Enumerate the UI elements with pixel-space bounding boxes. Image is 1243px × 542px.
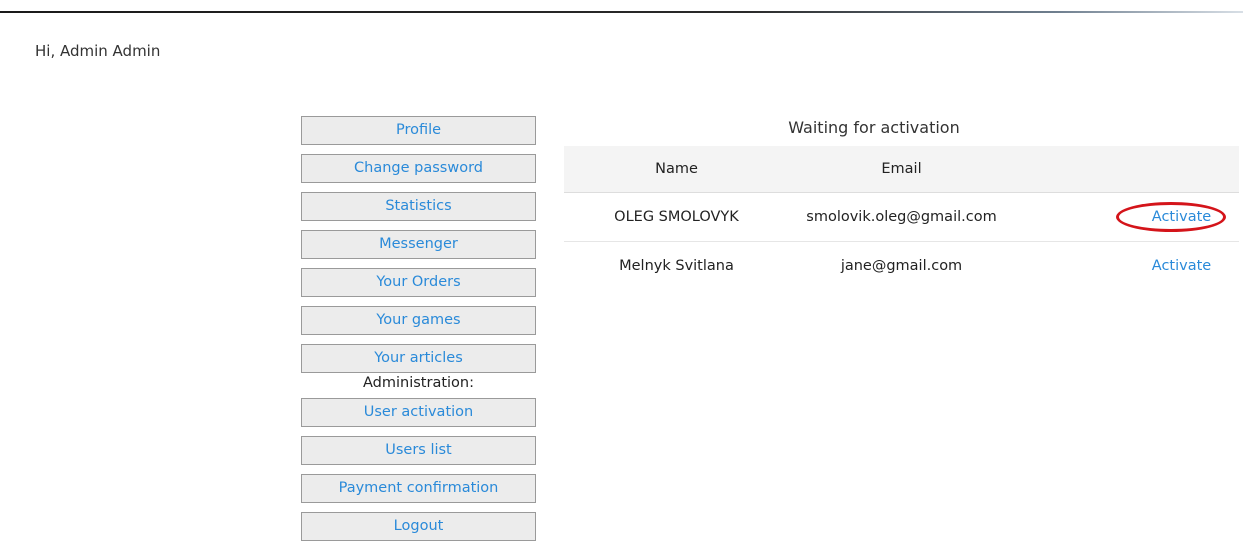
table-header: Name Email — [564, 146, 1239, 193]
table-row: Melnyk Svitlana jane@gmail.com Activate — [564, 242, 1239, 290]
row-action-cell: Activate — [1109, 242, 1243, 290]
menu-logout[interactable]: Logout — [301, 512, 536, 541]
sidebar-menu: Profile Change password Statistics Messe… — [301, 116, 536, 541]
column-header-name: Name — [655, 161, 698, 177]
menu-user-activation[interactable]: User activation — [301, 398, 536, 427]
top-divider — [0, 11, 1243, 13]
row-email: smolovik.oleg@gmail.com — [806, 209, 997, 225]
menu-your-games[interactable]: Your games — [301, 306, 536, 335]
menu-change-password[interactable]: Change password — [301, 154, 536, 183]
activate-link[interactable]: Activate — [1152, 242, 1211, 290]
menu-users-list[interactable]: Users list — [301, 436, 536, 465]
administration-heading: Administration: — [363, 375, 474, 391]
page: Hi, Admin Admin Profile Change password … — [0, 0, 1243, 542]
menu-profile[interactable]: Profile — [301, 116, 536, 145]
column-header-email: Email — [881, 161, 922, 177]
row-action-cell: Activate — [1109, 193, 1243, 241]
menu-your-orders[interactable]: Your Orders — [301, 268, 536, 297]
panel-title: Waiting for activation — [788, 118, 960, 137]
row-name: OLEG SMOLOVYK — [614, 209, 739, 225]
greeting-text: Hi, Admin Admin — [35, 42, 161, 60]
menu-your-articles[interactable]: Your articles — [301, 344, 536, 373]
table-row: OLEG SMOLOVYK smolovik.oleg@gmail.com Ac… — [564, 193, 1239, 242]
activate-link[interactable]: Activate — [1152, 193, 1211, 241]
row-email: jane@gmail.com — [840, 258, 963, 274]
row-name: Melnyk Svitlana — [619, 258, 734, 274]
menu-statistics[interactable]: Statistics — [301, 192, 536, 221]
menu-payment-confirmation[interactable]: Payment confirmation — [301, 474, 536, 503]
menu-messenger[interactable]: Messenger — [301, 230, 536, 259]
